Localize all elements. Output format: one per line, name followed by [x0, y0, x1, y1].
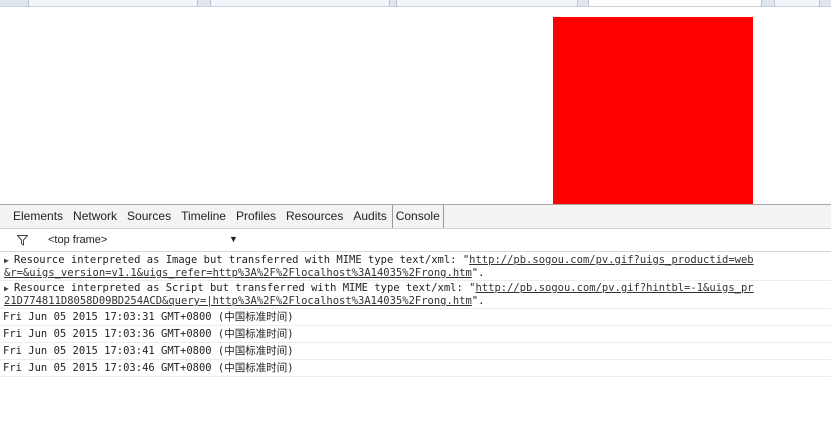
- devtools-tab-bar: Elements Network Sources Timeline Profil…: [0, 205, 831, 229]
- tab-console[interactable]: Console: [391, 205, 444, 228]
- expand-triangle-icon[interactable]: ▶: [4, 283, 14, 295]
- console-log: Fri Jun 05 2015 17:03:46 GMT+0800 (中国标准时…: [0, 360, 831, 377]
- browser-tab[interactable]: [210, 0, 390, 6]
- console-log: Fri Jun 05 2015 17:03:36 GMT+0800 (中国标准时…: [0, 326, 831, 343]
- tab-resources[interactable]: Resources: [281, 205, 348, 228]
- expand-triangle-icon[interactable]: ▶: [4, 255, 14, 267]
- browser-tab-strip: [0, 0, 831, 7]
- tab-sources[interactable]: Sources: [122, 205, 176, 228]
- frame-selector[interactable]: <top frame>: [48, 234, 107, 246]
- console-log: Fri Jun 05 2015 17:03:41 GMT+0800 (中国标准时…: [0, 343, 831, 360]
- new-tab-button[interactable]: [774, 0, 820, 6]
- resource-link[interactable]: http://pb.sogou.com/pv.gif?hintbl=-1&uig…: [475, 282, 753, 294]
- tab-network[interactable]: Network: [68, 205, 122, 228]
- warning-text: Resource interpreted as Image but transf…: [14, 254, 470, 266]
- console-warning[interactable]: ▶ Resource interpreted as Script but tran…: [0, 281, 831, 309]
- resource-link[interactable]: http://pb.sogou.com/pv.gif?uigs_producti…: [469, 254, 753, 266]
- tab-timeline[interactable]: Timeline: [176, 205, 231, 228]
- browser-tab[interactable]: [28, 0, 198, 6]
- tab-profiles[interactable]: Profiles: [231, 205, 281, 228]
- tab-elements[interactable]: Elements: [8, 205, 68, 228]
- warning-text: Resource interpreted as Script but trans…: [14, 282, 476, 294]
- browser-tab-active[interactable]: [588, 0, 762, 6]
- console-warning[interactable]: ▶ Resource interpreted as Image but trans…: [0, 253, 831, 281]
- devtools-panel: Elements Network Sources Timeline Profil…: [0, 204, 831, 431]
- tab-audits[interactable]: Audits: [348, 205, 391, 228]
- red-box: [553, 17, 753, 204]
- chevron-down-icon[interactable]: ▼: [229, 234, 238, 244]
- warning-suffix: ".: [471, 295, 485, 307]
- console-output: ▶ Resource interpreted as Image but trans…: [0, 253, 831, 377]
- resource-link[interactable]: &r=&uigs_version=v1.1&uigs_refer=http%3A…: [4, 267, 472, 279]
- console-filter-bar: <top frame> ▼: [0, 230, 831, 252]
- filter-icon[interactable]: [17, 235, 28, 246]
- console-log: Fri Jun 05 2015 17:03:31 GMT+0800 (中国标准时…: [0, 309, 831, 326]
- resource-link[interactable]: 21D774811D8058D09BD254ACD&query=|http%3A…: [4, 295, 472, 307]
- browser-tab[interactable]: [396, 0, 578, 6]
- warning-suffix: ".: [471, 267, 485, 279]
